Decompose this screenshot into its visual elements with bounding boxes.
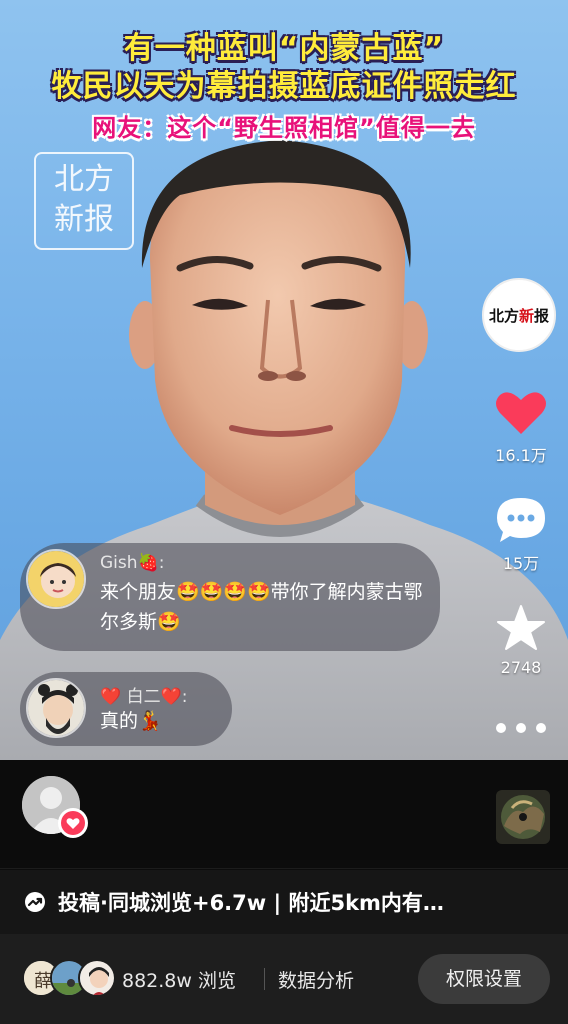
divider [0, 868, 568, 869]
follow-button[interactable] [58, 808, 88, 838]
creator-avatar-text-b: 新 [518, 306, 534, 325]
commenter-avatar[interactable] [26, 549, 86, 609]
viewer-avatar [78, 959, 116, 997]
comment-icon [497, 498, 545, 542]
creator-avatar-text-a: 北方 [488, 306, 519, 325]
viewer-avatar-image [80, 961, 114, 995]
view-count[interactable]: 882.8w 浏览 [122, 966, 236, 993]
commenter-avatar[interactable] [26, 678, 86, 738]
like-button[interactable]: 16.1万 [486, 390, 556, 466]
more-dot-icon [536, 723, 546, 733]
data-analysis-link[interactable]: 数据分析 [278, 966, 354, 993]
bottom-bar: 薛 882.8w 浏览 数据分析 权限设置 [0, 934, 568, 1024]
floating-comment[interactable]: ❤️ 白二❤️: 真的💃 [20, 672, 232, 746]
stats-text: 投稿·同城浏览+6.7w | 附近5km内有… [58, 891, 444, 915]
heart-icon [496, 392, 546, 434]
heart-badge-icon [61, 811, 85, 835]
comment-text: 真的💃 [100, 710, 162, 732]
commenter-avatar-image [28, 551, 84, 607]
star-icon [497, 605, 545, 650]
publisher-watermark: 北方 新报 [34, 152, 134, 250]
watermark-line-2: 新报 [54, 202, 114, 237]
like-count: 16.1万 [495, 446, 547, 465]
music-cover-icon [496, 790, 550, 844]
divider [264, 968, 265, 990]
permission-settings-button[interactable]: 权限设置 [418, 954, 550, 1004]
commenter-avatar-image [28, 680, 84, 736]
floating-comment[interactable]: Gish🍓: 来个朋友🤩🤩🤩🤩带你了解内蒙古鄂尔多斯🤩 [20, 543, 440, 651]
comment-text: 来个朋友🤩🤩🤩🤩带你了解内蒙古鄂尔多斯🤩 [100, 581, 423, 633]
creator-avatar-text-c: 报 [534, 306, 550, 325]
commenter-name: ❤️ 白二❤️: [100, 687, 188, 707]
headline-line-1: 有一种蓝叫“内蒙古蓝” [123, 31, 445, 66]
favorite-count: 2748 [500, 658, 542, 677]
headline-line-2: 牧民以天为幕拍摄蓝底证件照走红 [51, 69, 517, 104]
viewer-avatars[interactable]: 薛 [22, 959, 118, 999]
creator-avatar[interactable]: 北方新报 [482, 278, 556, 352]
more-dot-icon [516, 723, 526, 733]
headline-line-3: 网友：这个“野生照相馆”值得一去 [92, 114, 476, 142]
favorite-button[interactable]: 2748 [486, 604, 556, 677]
watermark-line-1: 北方 [54, 162, 114, 197]
comment-count: 15万 [502, 554, 540, 573]
more-options-button[interactable] [496, 718, 546, 738]
music-disc-button[interactable] [492, 786, 554, 848]
more-dot-icon [496, 723, 506, 733]
comment-button[interactable]: 15万 [486, 496, 556, 574]
trending-icon [25, 892, 45, 912]
commenter-name: Gish🍓: [100, 553, 165, 573]
stats-row[interactable]: 投稿·同城浏览+6.7w | 附近5km内有… [0, 870, 568, 934]
